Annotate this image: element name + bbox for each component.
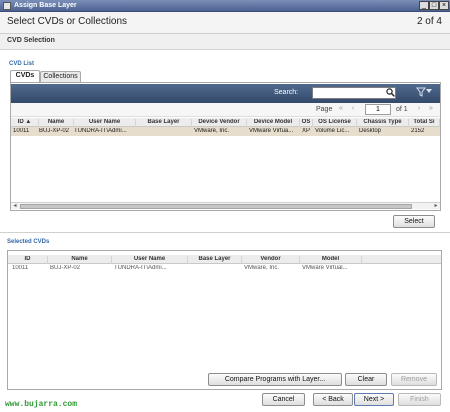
cell-total-size: 2152 <box>411 128 425 134</box>
next-page-icon[interactable]: › <box>415 105 423 112</box>
tab-collections[interactable]: Collections <box>40 71 81 82</box>
finish-button[interactable]: Finish <box>398 393 441 406</box>
cvd-grid-header: ID ▲ Name User Name Base Layer Device Ve… <box>11 118 440 127</box>
remove-button[interactable]: Remove <box>391 373 437 386</box>
wizard-step-indicator: 2 of 4 <box>416 16 442 27</box>
column-header-model[interactable]: Model <box>300 256 362 264</box>
cvd-grid-horizontal-scrollbar[interactable]: ◂ ▸ <box>11 202 440 209</box>
cell-vendor: VMware, Inc. <box>244 265 280 271</box>
cell-model: VMware Virtual... <box>302 265 348 271</box>
wizard-header: Select CVDs or Collections 2 of 4 <box>0 12 450 34</box>
column-header-name[interactable]: Name <box>39 119 74 127</box>
column-header-base-layer[interactable]: Base Layer <box>136 119 192 127</box>
cell-device-model: VMware Virtua... <box>249 128 294 134</box>
search-label: Search: <box>274 89 299 96</box>
cell-os-license: Volume Lic... <box>315 128 350 134</box>
pager: Page « ‹ of 1 › » <box>11 103 440 117</box>
cell-chassis-type: Desktop <box>359 128 382 134</box>
compare-programs-button[interactable]: Compare Programs with Layer... <box>208 373 342 386</box>
scroll-left-icon[interactable]: ◂ <box>11 203 19 210</box>
first-page-icon[interactable]: « <box>337 105 345 112</box>
cell-name: BUJ-XP-02 <box>50 265 81 271</box>
column-header-name[interactable]: Name <box>48 256 112 264</box>
window-titlebar: Assign Base Layer _ □ × <box>0 0 450 12</box>
cell-id: 10011 <box>12 265 29 271</box>
cell-user-name: TUNDRA-IT\Admi... <box>114 265 167 271</box>
column-header-user-name[interactable]: User Name <box>112 256 188 264</box>
minimize-button[interactable]: _ <box>419 1 429 10</box>
cell-name: BUJ-XP-02 <box>39 128 70 134</box>
cvd-list-label: CVD List <box>9 61 35 67</box>
column-header-id[interactable]: ID <box>8 256 48 264</box>
column-header-device-model[interactable]: Device Model <box>247 119 300 127</box>
search-icon[interactable] <box>386 88 396 98</box>
table-row[interactable]: 10011 BUJ-XP-02 TUNDRA-IT\Admi... VMware… <box>8 264 441 273</box>
selected-cvds-label: Selected CVDs <box>7 239 50 245</box>
cell-device-vendor: VMware, Inc. <box>194 128 230 134</box>
wizard-title: Select CVDs or Collections <box>7 16 128 27</box>
column-header-total-size[interactable]: Total Si <box>409 119 440 127</box>
filter-icon[interactable] <box>416 87 434 99</box>
clear-button[interactable]: Clear <box>345 373 387 386</box>
divider <box>0 232 450 233</box>
section-title: CVD Selection <box>7 37 55 44</box>
table-row[interactable]: 10011 BUJ-XP-02 TUNDRA-IT\Admi... VMware… <box>11 127 440 136</box>
scrollbar-thumb[interactable] <box>20 204 412 209</box>
section-header: CVD Selection <box>0 34 450 50</box>
close-button[interactable]: × <box>439 1 449 10</box>
maximize-button[interactable]: □ <box>429 1 439 10</box>
selected-grid-header: ID Name User Name Base Layer Vendor Mode… <box>8 255 441 264</box>
page-label: Page <box>316 106 333 113</box>
column-header-chassis-type[interactable]: Chassis Type <box>357 119 409 127</box>
window-title: Assign Base Layer <box>14 2 77 9</box>
app-icon <box>3 2 11 10</box>
page-number-input[interactable] <box>365 104 391 115</box>
tab-cvds[interactable]: CVDs <box>10 70 40 82</box>
search-input[interactable] <box>312 87 396 99</box>
column-header-os[interactable]: OS <box>300 119 313 127</box>
scroll-right-icon[interactable]: ▸ <box>432 203 440 210</box>
cell-id: 10011 <box>13 128 30 134</box>
next-button[interactable]: Next > <box>354 393 394 406</box>
prev-page-icon[interactable]: ‹ <box>349 105 357 112</box>
last-page-icon[interactable]: » <box>427 105 435 112</box>
column-header-id[interactable]: ID ▲ <box>11 119 39 127</box>
column-header-base-layer[interactable]: Base Layer <box>188 256 242 264</box>
search-bar: Search: <box>11 84 440 103</box>
cell-user-name: TUNDRA-IT\Admi... <box>74 128 127 134</box>
back-button[interactable]: < Back <box>313 393 353 406</box>
watermark-text: www.bujarra.com <box>5 400 78 409</box>
column-header-os-license[interactable]: OS License <box>313 119 357 127</box>
column-header-vendor[interactable]: Vendor <box>242 256 300 264</box>
select-button[interactable]: Select <box>393 215 435 228</box>
cell-os: XP <box>302 128 311 134</box>
cancel-button[interactable]: Cancel <box>262 393 305 406</box>
column-header-device-vendor[interactable]: Device Vendor <box>192 119 247 127</box>
column-header-user-name[interactable]: User Name <box>74 119 136 127</box>
page-count: of 1 <box>396 106 408 113</box>
